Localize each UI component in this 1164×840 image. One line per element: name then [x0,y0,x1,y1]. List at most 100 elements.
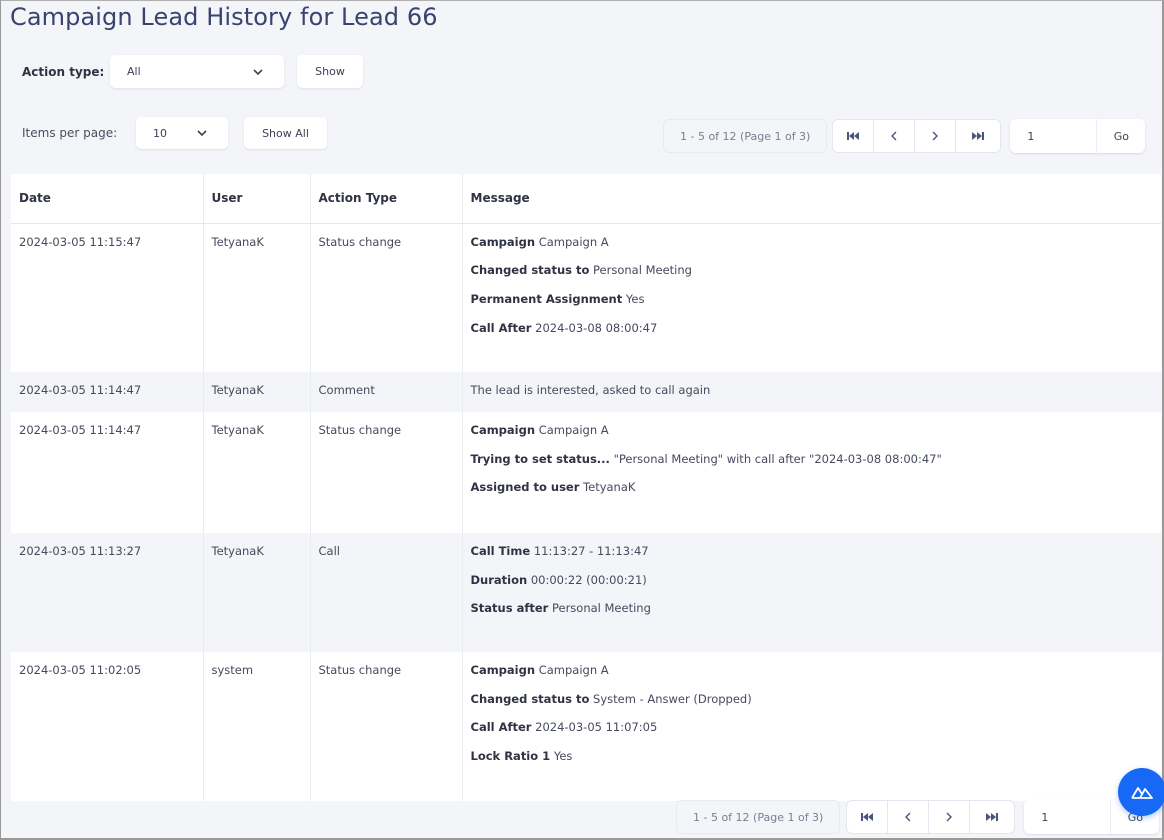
message-line: Permanent Assignment Yes [471,292,1154,306]
next-page-icon [932,131,939,141]
message-line: Campaign Campaign A [471,423,1154,437]
message-label: Call Time [470,543,531,558]
cell-action-type: Call [310,532,463,652]
message-line: Changed status to System - Answer (Dropp… [471,692,1154,706]
message-label: Campaign [470,234,536,249]
floating-help-button[interactable] [1118,768,1164,816]
mountains-icon [1131,787,1153,799]
items-per-page-select[interactable]: 10 [136,117,228,149]
message-label: Permanent Assignment [470,292,623,307]
message-line: The lead is interested, asked to call ag… [471,383,1154,397]
message-line: Lock Ratio 1 Yes [471,749,1154,763]
last-page-icon [972,132,985,140]
next-page-button[interactable] [915,120,957,152]
cell-action-type: Comment [310,372,463,412]
message-value: Yes [625,292,645,307]
message-value: 2024-03-08 08:00:47 [535,320,658,335]
message-line: Duration 00:00:22 (00:00:21) [471,573,1154,587]
message-label: Status after [470,601,549,616]
cell-date: 2024-03-05 11:14:47 [11,411,204,533]
items-per-page-value: 10 [153,126,167,140]
message-value: TetyanaK [583,480,636,495]
last-page-button[interactable] [970,801,1014,833]
prev-page-icon [905,812,911,822]
action-type-label: Action type: [22,64,105,79]
message-value: System - Answer (Dropped) [593,691,752,706]
column-header-message[interactable]: Message [462,174,1161,224]
items-per-page-filter: Items per page: 10 Show All [22,117,327,149]
message-value: Campaign A [538,234,609,249]
cell-user: TetyanaK [203,372,311,412]
message-label: Changed status to [470,263,590,278]
cell-date: 2024-03-05 11:02:05 [11,651,204,801]
column-header-user[interactable]: User [203,174,311,224]
pagination-top: 1 - 5 of 12 (Page 1 of 3) Go [663,119,1146,153]
first-page-button[interactable] [847,801,889,833]
last-page-button[interactable] [956,120,1000,152]
pagination-nav [832,119,1002,153]
message-line: Campaign Campaign A [471,235,1154,249]
message-line: Status after Personal Meeting [471,601,1154,615]
cell-message: The lead is interested, asked to call ag… [462,372,1161,412]
cell-message: Call Time 11:13:27 - 11:13:47 Duration 00… [462,532,1161,652]
cell-message: Campaign Campaign A Trying to set status.… [462,412,1161,533]
message-label: Duration [470,572,528,587]
message-value: The lead is interested, asked to call ag… [470,383,711,397]
cell-user: system [203,651,311,801]
cell-date: 2024-03-05 11:15:47 [11,223,204,372]
page-title: Campaign Lead History for Lead 66 [10,3,438,31]
show-button[interactable]: Show [297,55,363,88]
message-value: Campaign A [538,662,609,677]
prev-page-button[interactable] [888,801,930,833]
table-row: 2024-03-05 11:13:27 TetyanaK Call Call Time… [11,532,1161,652]
message-value: "Personal Meeting" with call after "2024… [613,451,942,466]
message-line: Call After 2024-03-05 11:07:05 [471,720,1154,734]
cell-user: TetyanaK [203,532,311,652]
cell-action-type: Status change [310,651,463,801]
go-to-page: Go [1010,119,1146,153]
cell-user: TetyanaK [203,223,311,372]
page-number-input[interactable] [1024,800,1111,834]
message-label: Campaign [470,422,536,437]
show-all-button-label: Show All [262,126,309,140]
prev-page-button[interactable] [874,120,916,152]
action-type-filter: Action type: All Show [22,55,363,88]
column-header-action-type[interactable]: Action Type [310,174,463,224]
next-page-button[interactable] [929,801,971,833]
column-header-date[interactable]: Date [11,174,204,224]
next-page-icon [946,812,953,822]
show-button-label: Show [315,65,345,78]
table-row: 2024-03-05 11:14:47 TetyanaK Status change… [11,411,1161,533]
history-table: Date User Action Type Message 2024-03-05… [11,174,1161,801]
message-value: Personal Meeting [593,263,692,278]
message-value: Campaign A [538,422,609,437]
prev-page-icon [891,131,897,141]
cell-message: Campaign Campaign A Changed status to Sys… [462,652,1161,801]
chevron-down-icon [197,130,207,137]
message-label: Trying to set status... [470,451,610,466]
message-label: Campaign [470,662,536,677]
cell-action-type: Status change [310,223,463,372]
table-row: 2024-03-05 11:02:05 system Status change Ca… [11,651,1161,801]
message-line: Call After 2024-03-08 08:00:47 [471,321,1154,335]
page-number-input[interactable] [1010,119,1097,153]
table-header-row: Date User Action Type Message [11,174,1161,224]
last-page-icon [986,813,999,821]
pagination-info: 1 - 5 of 12 (Page 1 of 3) [663,119,828,153]
show-all-button[interactable]: Show All [244,117,327,149]
cell-user: TetyanaK [203,411,311,533]
message-value: 2024-03-05 11:07:05 [535,720,658,735]
message-label: Changed status to [470,691,590,706]
message-line: Changed status to Personal Meeting [471,263,1154,277]
action-type-select[interactable]: All [110,55,284,88]
action-type-value: All [127,65,141,78]
message-label: Assigned to user [470,480,580,495]
message-value: Yes [553,749,573,764]
first-page-icon [861,813,874,821]
go-button[interactable]: Go [1096,119,1145,153]
message-value: Personal Meeting [551,601,651,616]
pagination-info: 1 - 5 of 12 (Page 1 of 3) [676,800,841,834]
first-page-button[interactable] [833,120,875,152]
items-per-page-label: Items per page: [22,126,118,140]
message-label: Lock Ratio 1 [470,749,551,764]
